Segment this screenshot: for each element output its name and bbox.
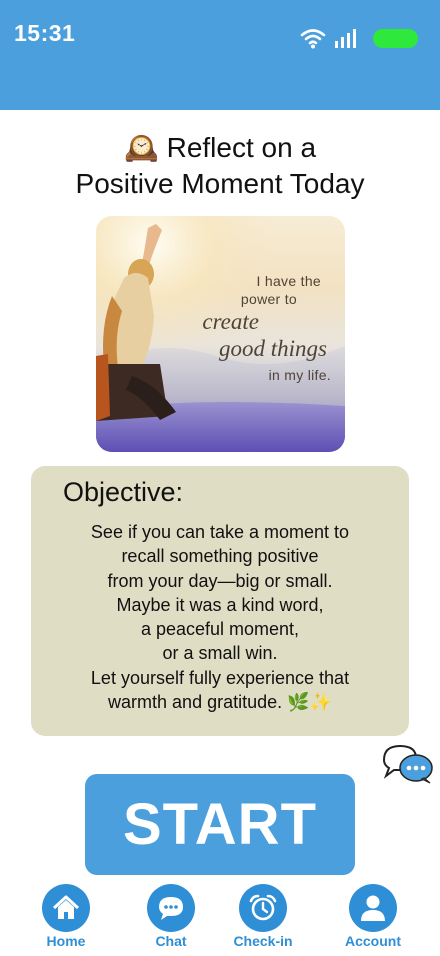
objective-body: See if you can take a moment to recall s… (31, 520, 409, 714)
status-bar: 15:31 (0, 0, 440, 110)
nav-checkin-circle[interactable] (239, 884, 287, 932)
objective-line: recall something positive (121, 546, 319, 567)
quote-line-1: I have the (256, 273, 321, 289)
page-title-line-1: 🕰️ Reflect on a (0, 130, 440, 166)
quote-line-5: in my life. (268, 367, 331, 383)
hero-quote: I have the power to create good things i… (181, 272, 331, 384)
alarm-clock-icon (249, 894, 277, 921)
battery-icon (373, 28, 418, 48)
home-icon (52, 895, 80, 919)
quote-line-2: power to (240, 291, 297, 307)
nav-label-check-in: Check-in (233, 933, 293, 949)
user-icon (361, 895, 385, 921)
objective-card: Objective: See if you can take a moment … (31, 466, 409, 736)
title-text-1: Reflect on a (166, 132, 317, 163)
objective-heading: Objective: (63, 477, 184, 507)
start-button[interactable]: START (85, 774, 355, 875)
nav-item-account[interactable]: Account (328, 884, 418, 949)
mantel-clock-icon: 🕰️ (123, 132, 159, 163)
status-time: 15:31 (14, 20, 76, 46)
objective-line: a peaceful moment, (140, 619, 300, 640)
nav-label-account: Account (345, 933, 401, 949)
bottom-nav: Home Chat Check-in Account (0, 884, 440, 956)
quote-line-4: good things (219, 336, 327, 361)
objective-line: warmth and gratitude. 🌿✨ (108, 692, 332, 713)
status-icons (300, 27, 418, 49)
chat-icon (159, 897, 183, 920)
hero-image: I have the power to create good things i… (96, 216, 345, 452)
nav-home-circle[interactable] (42, 884, 90, 932)
nav-item-check-in[interactable]: Check-in (218, 884, 308, 949)
app-screen: 15:31 🕰️ Reflect on a Positive Moment To… (0, 0, 440, 956)
nav-item-home[interactable]: Home (21, 884, 111, 949)
objective-line: See if you can take a moment to (90, 522, 350, 542)
nav-item-chat[interactable]: Chat (126, 884, 216, 949)
page-title: 🕰️ Reflect on a Positive Moment Today (0, 130, 440, 202)
nav-chat-circle[interactable] (147, 884, 195, 932)
objective-line: Let yourself fully experience that (90, 667, 350, 688)
page-title-line-2: Positive Moment Today (75, 168, 365, 199)
objective-line: Maybe it was a kind word, (116, 594, 324, 615)
cellular-signal-icon (335, 29, 356, 48)
nav-label-home: Home (46, 933, 86, 949)
quote-line-3: create (202, 309, 259, 334)
nav-account-circle[interactable] (349, 884, 397, 932)
nav-label-chat: Chat (155, 933, 187, 949)
wifi-icon (300, 29, 326, 49)
objective-line: or a small win. (162, 643, 278, 664)
objective-line: from your day—big or small. (107, 570, 333, 591)
chat-bubbles-icon[interactable] (380, 740, 434, 784)
